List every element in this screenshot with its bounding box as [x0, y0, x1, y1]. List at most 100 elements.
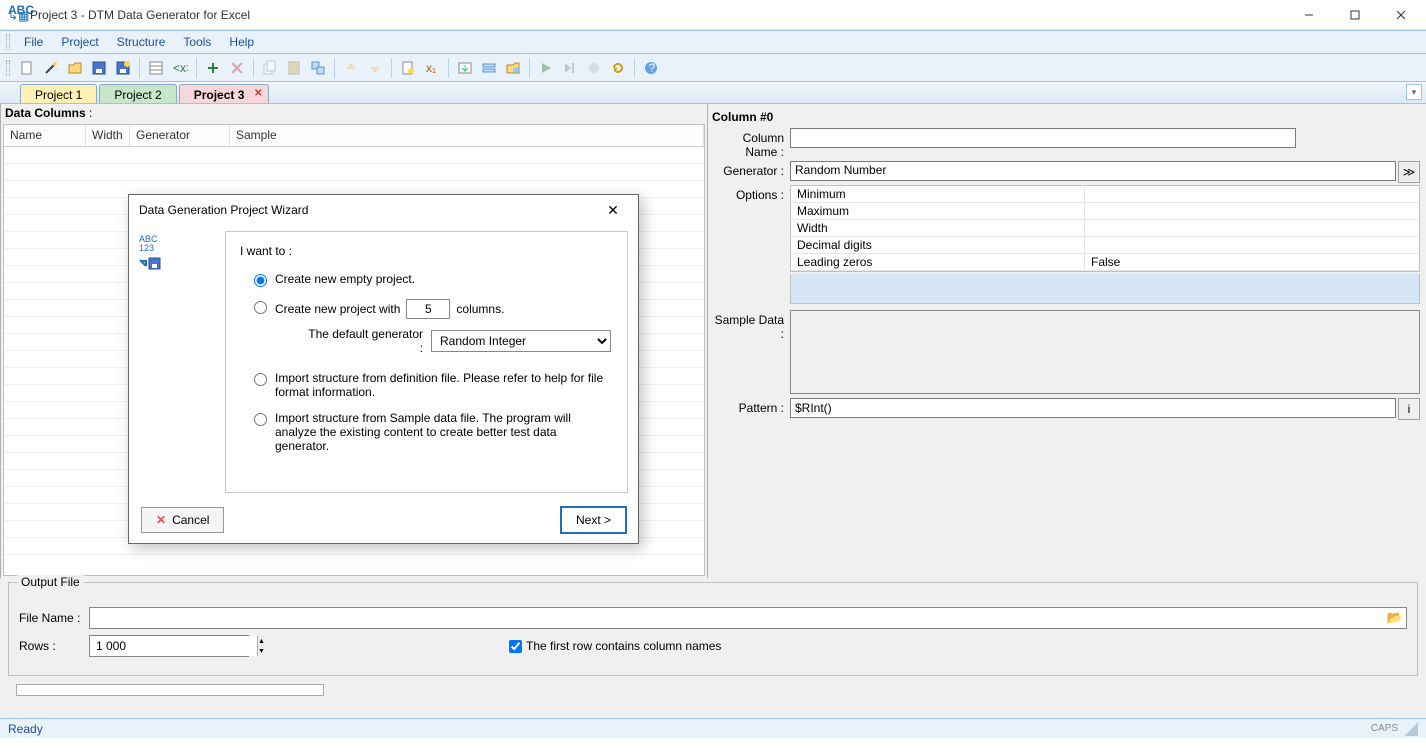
menu-structure[interactable]: Structure	[109, 32, 174, 52]
file-name-input[interactable]: 📂	[89, 607, 1407, 629]
wizard-radio-sample[interactable]	[254, 413, 267, 426]
refresh-icon[interactable]	[607, 57, 629, 79]
opt-val[interactable]: False	[1085, 254, 1419, 270]
spin-down-icon[interactable]: ▼	[258, 646, 265, 656]
pattern-info-button[interactable]: i	[1398, 398, 1420, 420]
help-icon[interactable]: ?	[640, 57, 662, 79]
export-icon[interactable]	[454, 57, 476, 79]
sample-label: Sample Data :	[712, 310, 790, 341]
opt-val[interactable]	[1085, 220, 1419, 236]
open-icon[interactable]	[64, 57, 86, 79]
tab-project-2[interactable]: Project 2	[99, 84, 176, 103]
wizard-opt-sample[interactable]: Import structure from Sample data file. …	[240, 411, 613, 453]
move-down-icon[interactable]	[364, 57, 386, 79]
close-button[interactable]	[1378, 0, 1424, 30]
browse-icon[interactable]: 📂	[1387, 610, 1403, 626]
paste-cols-icon[interactable]	[283, 57, 305, 79]
default-gen-select[interactable]: Random Integer	[431, 330, 611, 352]
first-row-checkbox[interactable]	[509, 640, 522, 653]
output-file-fieldset: Output File File Name : 📂 Rows : ▲▼ The …	[8, 582, 1418, 676]
generator-label: Generator :	[712, 161, 790, 178]
wizard-opt-label: columns.	[456, 302, 504, 316]
rows-label: Rows :	[19, 639, 89, 653]
wizard-icon[interactable]	[40, 57, 62, 79]
opt-key[interactable]: Decimal digits	[791, 237, 1085, 253]
dup-icon[interactable]	[307, 57, 329, 79]
spin-up-icon[interactable]: ▲	[258, 636, 265, 646]
svg-text:<x>: <x>	[173, 61, 188, 75]
close-icon[interactable]: ✕	[254, 88, 262, 99]
project-tabs: Project 1 Project 2 Project 3 ✕ ▾	[0, 82, 1426, 104]
wizard-cancel-button[interactable]: ✕ Cancel	[141, 507, 224, 533]
tab-scroll-button[interactable]: ▾	[1406, 84, 1422, 100]
resize-grip-icon[interactable]	[1404, 722, 1418, 736]
wizard-columns-input[interactable]	[406, 299, 450, 319]
column-header: Column #0	[712, 108, 1420, 128]
wizard-opt-empty[interactable]: Create new empty project.	[240, 272, 613, 287]
menu-tools[interactable]: Tools	[175, 32, 219, 52]
options-icon[interactable]	[478, 57, 500, 79]
caps-indicator: CAPS	[1371, 723, 1398, 734]
toolbar: <x> x₁ ?	[0, 54, 1426, 82]
col-name[interactable]: Name	[4, 125, 86, 146]
tab-project-3[interactable]: Project 3 ✕	[179, 84, 270, 103]
wizard-title-bar[interactable]: Data Generation Project Wizard ✕	[129, 195, 638, 225]
tab-project-1[interactable]: Project 1	[20, 84, 97, 103]
copy-cols-icon[interactable]	[259, 57, 281, 79]
add-icon[interactable]	[202, 57, 224, 79]
button-label: Cancel	[172, 513, 209, 527]
menu-help[interactable]: Help	[221, 32, 262, 52]
button-label: Next >	[576, 513, 611, 527]
save-as-icon[interactable]	[112, 57, 134, 79]
generator-expand-button[interactable]: ≫	[1398, 161, 1420, 183]
run-icon[interactable]	[535, 57, 557, 79]
maximize-button[interactable]	[1332, 0, 1378, 30]
wizard-opt-label: Create new empty project.	[275, 272, 415, 286]
minimize-button[interactable]	[1286, 0, 1332, 30]
opt-val[interactable]	[1085, 237, 1419, 253]
menu-file[interactable]: File	[16, 32, 51, 52]
stop-icon[interactable]	[583, 57, 605, 79]
wizard-close-button[interactable]: ✕	[598, 202, 628, 219]
structure-icon[interactable]	[145, 57, 167, 79]
opt-key[interactable]: Minimum	[791, 186, 1085, 202]
opt-val[interactable]	[1085, 203, 1419, 219]
wizard-radio-columns[interactable]	[254, 301, 267, 314]
menu-project[interactable]: Project	[53, 32, 106, 52]
opt-key[interactable]: Leading zeros	[791, 254, 1085, 270]
wizard-radio-definition[interactable]	[254, 373, 267, 386]
new-icon[interactable]	[16, 57, 38, 79]
wizard-next-button[interactable]: Next >	[561, 507, 626, 533]
options-label: Options :	[712, 185, 790, 202]
options-grid[interactable]: Minimum Maximum Width Decimal digits Lea…	[790, 185, 1420, 272]
fill-icon[interactable]	[397, 57, 419, 79]
wizard-opt-definition[interactable]: Import structure from definition file. P…	[240, 371, 613, 399]
wizard-opt-columns[interactable]: Create new project with columns. The def…	[240, 299, 613, 359]
data-columns-header: Data Columns :	[1, 104, 707, 122]
status-bar: Ready CAPS	[0, 718, 1426, 738]
step-icon[interactable]	[559, 57, 581, 79]
settings-icon[interactable]	[502, 57, 524, 79]
col-generator[interactable]: Generator	[130, 125, 230, 146]
move-up-icon[interactable]	[340, 57, 362, 79]
first-row-checkbox-row[interactable]: The first row contains column names	[509, 639, 721, 653]
col-width[interactable]: Width	[86, 125, 130, 146]
first-row-label: The first row contains column names	[526, 639, 721, 653]
pattern-input[interactable]	[790, 398, 1396, 418]
remove-icon[interactable]	[226, 57, 248, 79]
opt-key[interactable]: Width	[791, 220, 1085, 236]
opt-val[interactable]	[1085, 186, 1419, 202]
column-name-input[interactable]	[790, 128, 1296, 148]
vars-icon[interactable]: x₁	[421, 57, 443, 79]
import-icon[interactable]: <x>	[169, 57, 191, 79]
file-name-label: File Name :	[19, 611, 89, 625]
rows-input[interactable]	[90, 636, 257, 656]
rows-spinner[interactable]: ▲▼	[89, 635, 249, 657]
opt-key[interactable]: Maximum	[791, 203, 1085, 219]
title-bar: ABC ↳▦ Project 3 - DTM Data Generator fo…	[0, 0, 1426, 30]
tab-label: Project 1	[35, 88, 82, 102]
save-icon[interactable]	[88, 57, 110, 79]
generator-select[interactable]: Random Number	[790, 161, 1396, 181]
col-sample[interactable]: Sample	[230, 125, 704, 146]
wizard-radio-empty[interactable]	[254, 274, 267, 287]
